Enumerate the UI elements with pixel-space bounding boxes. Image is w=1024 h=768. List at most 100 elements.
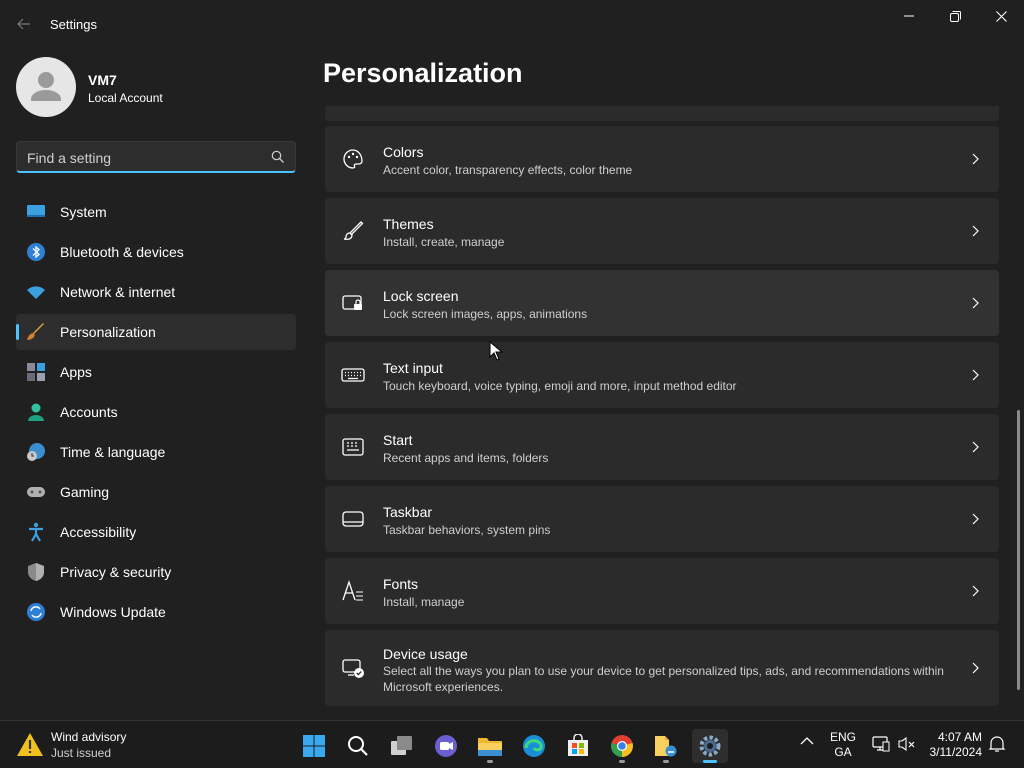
weather-subtitle[interactable]: Just issued <box>51 746 111 760</box>
chevron-right-icon <box>972 369 979 381</box>
settings-card-fonts[interactable]: Fonts Install, manage <box>325 558 999 624</box>
chevron-right-icon <box>972 513 979 525</box>
sidebar-nav: System Bluetooth & devices Network & int… <box>16 194 296 634</box>
sidebar-item-label: System <box>60 204 107 220</box>
sidebar-item-privacy[interactable]: Privacy & security <box>16 554 296 590</box>
running-indicator <box>619 760 625 763</box>
accessibility-icon <box>29 522 43 542</box>
card-title: Device usage <box>383 646 468 662</box>
close-icon <box>995 10 1007 22</box>
back-button[interactable] <box>12 10 36 38</box>
search-box[interactable] <box>16 141 296 173</box>
search-input[interactable] <box>27 148 267 168</box>
settings-card-lock-screen[interactable]: Lock screen Lock screen images, apps, an… <box>325 270 999 336</box>
settings-taskbar-button[interactable] <box>692 729 728 763</box>
wifi-icon <box>27 286 45 299</box>
search-icon <box>348 736 368 756</box>
chevron-right-icon <box>972 441 979 453</box>
running-indicator <box>663 760 669 763</box>
teams-chat-button[interactable] <box>428 729 464 763</box>
weather-title[interactable]: Wind advisory <box>51 730 126 744</box>
file-manager-button[interactable] <box>648 729 684 763</box>
card-subtitle: Install, create, manage <box>383 235 505 249</box>
chrome-button[interactable] <box>604 729 640 763</box>
clock-globe-icon <box>27 443 45 461</box>
avatar[interactable] <box>16 57 76 117</box>
page-title: Personalization <box>323 58 523 88</box>
sidebar-item-apps[interactable]: Apps <box>16 354 296 390</box>
sidebar-item-accessibility[interactable]: Accessibility <box>16 514 296 550</box>
file-explorer-button[interactable] <box>472 729 508 763</box>
sidebar-item-label: Time & language <box>60 444 166 460</box>
profile-account-type: Local Account <box>88 91 163 105</box>
store-button[interactable] <box>560 729 596 763</box>
sidebar-item-label: Personalization <box>60 324 156 340</box>
sidebar-item-gaming[interactable]: Gaming <box>16 474 296 510</box>
lock-screen-icon <box>342 295 362 310</box>
apps-icon <box>27 363 45 381</box>
taskbar-search-button[interactable] <box>340 729 376 763</box>
card-title: Fonts <box>383 576 419 592</box>
system-clock[interactable]: 4:07 AM 3/11/2024 <box>922 730 983 760</box>
settings-card-colors[interactable]: Colors Accent color, transparency effect… <box>325 126 999 192</box>
running-indicator <box>487 760 493 763</box>
card-title: Themes <box>383 216 434 232</box>
back-arrow-icon <box>17 18 30 30</box>
settings-card-themes[interactable]: Themes Install, create, manage <box>325 198 999 264</box>
close-button[interactable] <box>978 0 1024 32</box>
sidebar-item-label: Bluetooth & devices <box>60 244 184 260</box>
edge-button[interactable] <box>516 729 552 763</box>
maximize-icon <box>949 10 961 22</box>
settings-card-partial[interactable] <box>325 106 999 121</box>
task-view-button[interactable] <box>384 729 420 763</box>
card-subtitle: Taskbar behaviors, system pins <box>383 523 551 537</box>
settings-list: Colors Accent color, transparency effect… <box>325 106 999 718</box>
card-subtitle: Recent apps and items, folders <box>383 451 549 465</box>
gamepad-icon <box>27 487 45 497</box>
brush-icon <box>343 221 364 241</box>
user-avatar-icon <box>31 72 61 101</box>
sidebar-item-system[interactable]: System <box>16 194 296 230</box>
sidebar-item-personalization[interactable]: Personalization <box>16 314 296 350</box>
card-title: Colors <box>383 144 424 160</box>
chevron-up-icon[interactable] <box>800 736 814 746</box>
network-monitor-icon[interactable] <box>872 736 890 752</box>
vertical-scrollbar[interactable] <box>1017 410 1020 690</box>
warning-weather-icon[interactable] <box>16 732 44 758</box>
sidebar-item-bluetooth[interactable]: Bluetooth & devices <box>16 234 296 270</box>
notification-bell-icon[interactable] <box>988 735 1006 753</box>
minimize-button[interactable] <box>886 0 932 32</box>
card-subtitle: Install, manage <box>383 595 465 609</box>
minimize-icon <box>904 15 914 17</box>
keyboard-layout: GA <box>834 745 852 759</box>
sidebar-item-time-language[interactable]: Time & language <box>16 434 296 470</box>
card-title: Start <box>383 432 413 448</box>
store-icon <box>568 734 588 756</box>
settings-card-taskbar[interactable]: Taskbar Taskbar behaviors, system pins <box>325 486 999 552</box>
language-indicator[interactable]: ENG GA <box>829 730 857 760</box>
settings-card-device-usage[interactable]: Device usage Select all the ways you pla… <box>325 630 999 706</box>
sidebar-item-network[interactable]: Network & internet <box>16 274 296 310</box>
update-icon <box>27 603 45 621</box>
profile-name: VM7 <box>88 72 117 88</box>
taskbar: Wind advisory Just issued ENG GA 4:07 AM… <box>0 720 1024 768</box>
settings-card-start[interactable]: Start Recent apps and items, folders <box>325 414 999 480</box>
sidebar-item-label: Privacy & security <box>60 564 172 580</box>
card-subtitle: Accent color, transparency effects, colo… <box>383 163 633 177</box>
sidebar-item-windows-update[interactable]: Windows Update <box>16 594 296 630</box>
chevron-right-icon <box>972 662 979 674</box>
sidebar-item-label: Network & internet <box>60 284 176 300</box>
title-bar: Settings <box>0 0 1024 48</box>
fonts-icon <box>342 579 363 601</box>
maximize-button[interactable] <box>932 0 978 32</box>
palette-icon <box>343 149 363 169</box>
card-title: Taskbar <box>383 504 433 520</box>
settings-icon <box>699 735 721 757</box>
file-explorer-icon <box>478 738 502 756</box>
start-button[interactable] <box>296 729 332 763</box>
settings-card-text-input[interactable]: Text input Touch keyboard, voice typing,… <box>325 342 999 408</box>
chrome-icon <box>611 735 633 757</box>
sidebar-item-accounts[interactable]: Accounts <box>16 394 296 430</box>
volume-muted-icon[interactable] <box>898 736 916 752</box>
card-title: Text input <box>383 360 443 376</box>
